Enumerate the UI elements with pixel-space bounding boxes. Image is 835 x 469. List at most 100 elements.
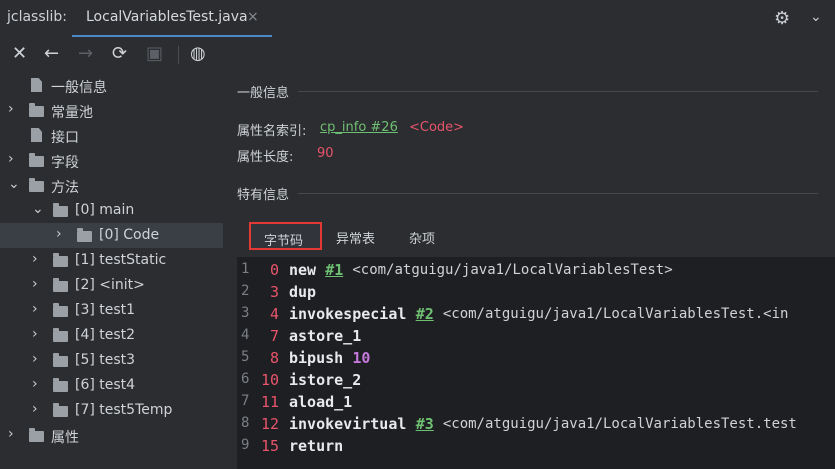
tab-bytecode-label: 字节码 — [264, 234, 304, 249]
file-icon — [31, 128, 42, 142]
forward-arrow-icon[interactable]: → — [78, 43, 93, 64]
refresh-icon[interactable]: ⟳ — [112, 43, 127, 64]
opcode: invokespecial — [289, 305, 407, 323]
tree-item[interactable]: › [6] test4 — [0, 373, 223, 398]
tree-item[interactable]: › 字段 — [0, 148, 223, 173]
bytecode-listing[interactable]: 1 0 new #1 <com/atguigu/java1/LocalVariables… — [237, 257, 835, 469]
line-number: 5 — [241, 349, 250, 365]
tree-item-label: 属性 — [51, 430, 79, 446]
name-index-value: <Code> — [409, 120, 465, 135]
section-divider — [298, 91, 818, 92]
code-line: 1 0 new #1 <com/atguigu/java1/LocalVariables… — [237, 259, 835, 281]
expand-right-icon[interactable]: › — [32, 401, 38, 417]
expand-right-icon[interactable]: › — [32, 376, 38, 392]
line-number: 2 — [241, 283, 250, 299]
tree-item-label: [2] <init> — [75, 277, 145, 293]
toolbar: ✕ ← → ⟳ ▣ ◍ — [0, 37, 835, 72]
constant-ref-link[interactable]: #3 — [416, 415, 434, 433]
line-number: 9 — [241, 437, 250, 453]
name-index-label: 属性名索引: — [237, 124, 307, 139]
folder-icon — [53, 353, 68, 367]
name-index-link[interactable]: cp_info #26 — [320, 120, 398, 135]
code-line: 3 4 invokespecial #2 <com/atguigu/java1/Loca… — [237, 303, 835, 325]
constant-ref-link[interactable]: #1 — [325, 261, 343, 279]
tree-item-label: [6] test4 — [75, 377, 136, 393]
opcode: istore_2 — [289, 371, 362, 389]
code-line: 4 7 astore_1 — [237, 325, 835, 347]
tree-item[interactable]: 一般信息 — [0, 73, 223, 98]
folder-icon — [29, 178, 44, 192]
expand-right-icon[interactable]: › — [8, 101, 14, 117]
expand-down-icon[interactable]: ⌄ — [32, 201, 44, 217]
tree-item-label: [1] testStatic — [75, 252, 167, 268]
tree-item-label: [0] main — [75, 202, 135, 218]
tree-item-label: 接口 — [51, 130, 79, 146]
bytecode-offset: 4 — [269, 305, 279, 323]
code-line: 5 8 bipush 10 — [237, 347, 835, 369]
tree-item[interactable]: ⌄ [0] main — [0, 198, 223, 223]
web-icon[interactable]: ◍ — [190, 43, 206, 64]
expand-right-icon[interactable]: › — [32, 301, 38, 317]
constant-ref-link[interactable]: #2 — [416, 305, 434, 323]
tree-item-label: 一般信息 — [51, 80, 107, 96]
bytecode-offset: 12 — [260, 415, 279, 433]
section-divider — [298, 193, 818, 194]
folder-icon — [53, 328, 68, 342]
specific-info-heading: 特有信息 — [237, 188, 290, 203]
tree-item[interactable]: › [5] test3 — [0, 348, 223, 373]
line-number: 4 — [241, 327, 250, 343]
opcode: dup — [289, 283, 317, 301]
tab-exception-table-label: 异常表 — [336, 232, 376, 247]
expand-right-icon[interactable]: › — [32, 326, 38, 342]
tree-item[interactable]: 接口 — [0, 123, 223, 148]
save-icon[interactable]: ▣ — [146, 43, 163, 64]
folder-icon — [77, 228, 92, 242]
folder-icon — [29, 428, 44, 442]
tab-close-icon[interactable]: × — [247, 9, 259, 25]
operand-comment: <com/atguigu/java1/LocalVariablesTest> — [352, 262, 673, 278]
tree-item[interactable]: › [7] test5Temp — [0, 398, 223, 423]
close-icon[interactable]: ✕ — [12, 43, 27, 64]
tree-item[interactable]: › 属性 — [0, 423, 223, 448]
expand-right-icon[interactable]: › — [32, 351, 38, 367]
bytecode-offset: 3 — [269, 283, 279, 301]
opcode: invokevirtual — [289, 415, 407, 433]
tree-item-label: 常量池 — [51, 105, 93, 121]
operand-value: 10 — [352, 349, 371, 367]
tab-exception-table[interactable]: 异常表 — [324, 222, 389, 250]
line-number: 3 — [241, 305, 250, 321]
toolbar-separator — [178, 46, 179, 64]
tree-item-label: 字段 — [51, 155, 79, 171]
line-number: 7 — [241, 393, 250, 409]
opcode: bipush — [289, 349, 344, 367]
tab-localvariablestest[interactable]: LocalVariablesTest.java × — [72, 0, 272, 38]
folder-icon — [53, 303, 68, 317]
tree-item[interactable]: › [1] testStatic — [0, 248, 223, 273]
operand-comment: <com/atguigu/java1/LocalVariablesTest.te… — [442, 416, 797, 432]
tree-item[interactable]: ⌄ 方法 — [0, 173, 223, 198]
tree-item[interactable]: › 常量池 — [0, 98, 223, 123]
opcode: new — [289, 261, 317, 279]
opcode: astore_1 — [289, 327, 362, 345]
bytecode-offset: 11 — [260, 393, 279, 411]
bytecode-offset: 10 — [260, 371, 279, 389]
tree-item-label: [7] test5Temp — [75, 402, 173, 418]
tree-item[interactable]: › [0] Code — [0, 223, 223, 248]
general-info-heading: 一般信息 — [237, 86, 290, 101]
folder-icon — [53, 378, 68, 392]
expand-right-icon[interactable]: › — [56, 226, 62, 242]
back-arrow-icon[interactable]: ← — [44, 43, 59, 64]
expand-right-icon[interactable]: › — [32, 251, 38, 267]
tree-item[interactable]: › [2] <init> — [0, 273, 223, 298]
chevron-down-icon[interactable]: ⌄ — [810, 9, 822, 25]
expand-right-icon[interactable]: › — [8, 426, 14, 442]
expand-right-icon[interactable]: › — [8, 151, 14, 167]
tree-item[interactable]: › [4] test2 — [0, 323, 223, 348]
expand-right-icon[interactable]: › — [32, 276, 38, 292]
tab-bytecode[interactable]: 字节码 — [249, 222, 322, 250]
folder-icon — [29, 153, 44, 167]
tab-misc[interactable]: 杂项 — [396, 222, 451, 250]
expand-down-icon[interactable]: ⌄ — [8, 176, 20, 192]
tree-item[interactable]: › [3] test1 — [0, 298, 223, 323]
gear-icon[interactable]: ⚙ — [774, 8, 790, 29]
